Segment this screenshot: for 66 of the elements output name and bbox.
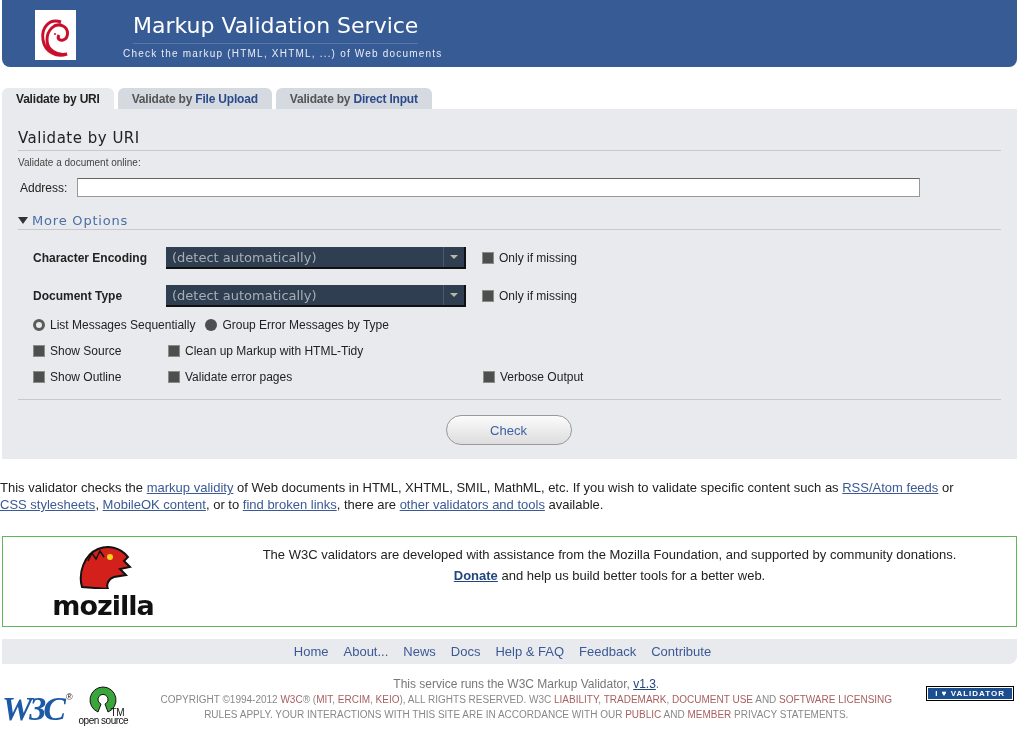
radio-option[interactable]: Group Error Messages by Type — [205, 318, 389, 332]
radio-icon[interactable] — [33, 319, 45, 331]
check-button[interactable]: Check — [445, 415, 572, 445]
tab[interactable]: Validate by URI — [2, 88, 114, 109]
sponsor-text: The W3C validators are developed with assistance from the Mozilla Foundation, and supported by community donations. — [261, 547, 958, 563]
radio-option[interactable]: List Messages Sequentially — [33, 318, 196, 332]
checkbox[interactable] — [33, 371, 45, 383]
intro-text: Validate a document online: — [18, 157, 142, 168]
checkbox-option[interactable]: Only if missing — [482, 251, 578, 265]
open-source-logo[interactable]: open source TM — [78, 685, 129, 726]
checkbox-option[interactable]: Show Source — [33, 344, 168, 358]
text-link[interactable]: other validators and tools — [399, 497, 545, 512]
checkbox-option[interactable]: Show Outline — [33, 370, 168, 384]
checkbox-option[interactable]: Validate error pages — [168, 370, 483, 384]
tab[interactable]: Validate by File Upload — [117, 88, 272, 109]
copyright-link[interactable]: DOCUMENT USE — [672, 694, 753, 705]
copyright-link[interactable]: MEMBER — [687, 709, 732, 720]
version-link[interactable]: v1.3 — [633, 677, 656, 691]
about-paragraph: This validator checks the markup validity of Web documents in HTML, XHTML, SMIL, MathML, etc. If you wish to validate specific content such as RSS/Atom feeds or CSS stylesheets, MobileOK content, or to find broken links, there are other validators and tools available. — [0, 479, 955, 513]
copyright-link[interactable]: PUBLIC — [625, 709, 662, 720]
logo-text: mozilla — [52, 592, 154, 620]
address-label: Address: — [20, 180, 68, 195]
swirl-logo-icon[interactable] — [35, 10, 76, 60]
footer-link[interactable]: About... — [343, 644, 389, 659]
checkbox-option[interactable]: Clean up Markup with HTML-Tidy — [168, 344, 483, 358]
select-field[interactable]: (detect automatically) — [166, 285, 466, 307]
sponsor-text: Donate and help us build better tools for a better web. — [452, 568, 767, 584]
text-link[interactable]: RSS/Atom feeds — [842, 480, 939, 495]
page-subtitle: Check the markup (HTML, XHTML, ...) of Web documents — [123, 48, 443, 59]
copyright-link[interactable]: KEIO — [375, 694, 400, 705]
radio-icon[interactable] — [205, 319, 218, 331]
page-title: Markup Validation Service — [133, 13, 419, 44]
tab[interactable]: Validate by Direct Input — [275, 88, 432, 109]
checkbox-option[interactable]: Verbose Output — [483, 370, 1001, 384]
footer-link[interactable]: Docs — [450, 644, 481, 659]
footer-link[interactable]: Home — [293, 644, 329, 659]
field-label: Document Type — [33, 289, 124, 303]
checkbox[interactable] — [168, 345, 180, 357]
caret-icon — [18, 217, 28, 224]
w3c-logo[interactable]: W3C$^{®}$ — [2, 692, 73, 726]
text-link[interactable]: markup validity — [146, 480, 234, 495]
checkbox[interactable] — [33, 345, 45, 357]
checkbox[interactable] — [482, 290, 494, 302]
section-heading: Validate by URI — [18, 109, 1001, 151]
copyright-link[interactable]: LIABILITY — [554, 694, 599, 705]
copyright-link[interactable]: W3C — [280, 694, 303, 705]
address-field[interactable] — [77, 178, 921, 197]
copyright-link[interactable]: SOFTWARE LICENSING — [779, 694, 893, 705]
checkbox-option[interactable]: Only if missing — [482, 289, 578, 303]
copyright-link[interactable]: MIT — [316, 694, 333, 705]
select-field[interactable]: (detect automatically) — [166, 247, 466, 269]
footer-link[interactable]: Contribute — [651, 644, 712, 659]
footer-link[interactable]: Feedback — [579, 644, 637, 659]
checkbox[interactable] — [168, 371, 180, 383]
version-text: This service runs the W3C Markup Validator, v1.3. — [392, 677, 661, 692]
footer-link[interactable]: News — [403, 644, 436, 659]
field-label: Character Encoding — [33, 251, 149, 265]
text-link[interactable]: find broken links — [242, 497, 337, 512]
donate-link[interactable]: Donate — [453, 568, 498, 583]
checkbox[interactable] — [483, 371, 495, 383]
validator-badge[interactable]: I ♥ VALIDATOR — [926, 686, 1014, 701]
more-options-toggle[interactable]: More Options — [18, 213, 129, 228]
copyright-text: COPYRIGHT ©1994-2012 W3C® (MIT, ERCIM, KEIO), ALL RIGHTS RESERVED. W3C LIABILITY, TRADEMARK, DOCUMENT USE AND SOFTWARE LICENSING RULES APPLY. YOUR INTERACTIONS WITH THIS SITE ARE IN ACCORDANCE WITH OUR PUBLIC AND MEMBER PRIVACY STATEMENTS. — [159, 693, 894, 722]
footer-link[interactable]: Help & FAQ — [495, 644, 565, 659]
text-link[interactable]: MobileOK content — [102, 497, 206, 512]
checkbox[interactable] — [482, 252, 494, 264]
